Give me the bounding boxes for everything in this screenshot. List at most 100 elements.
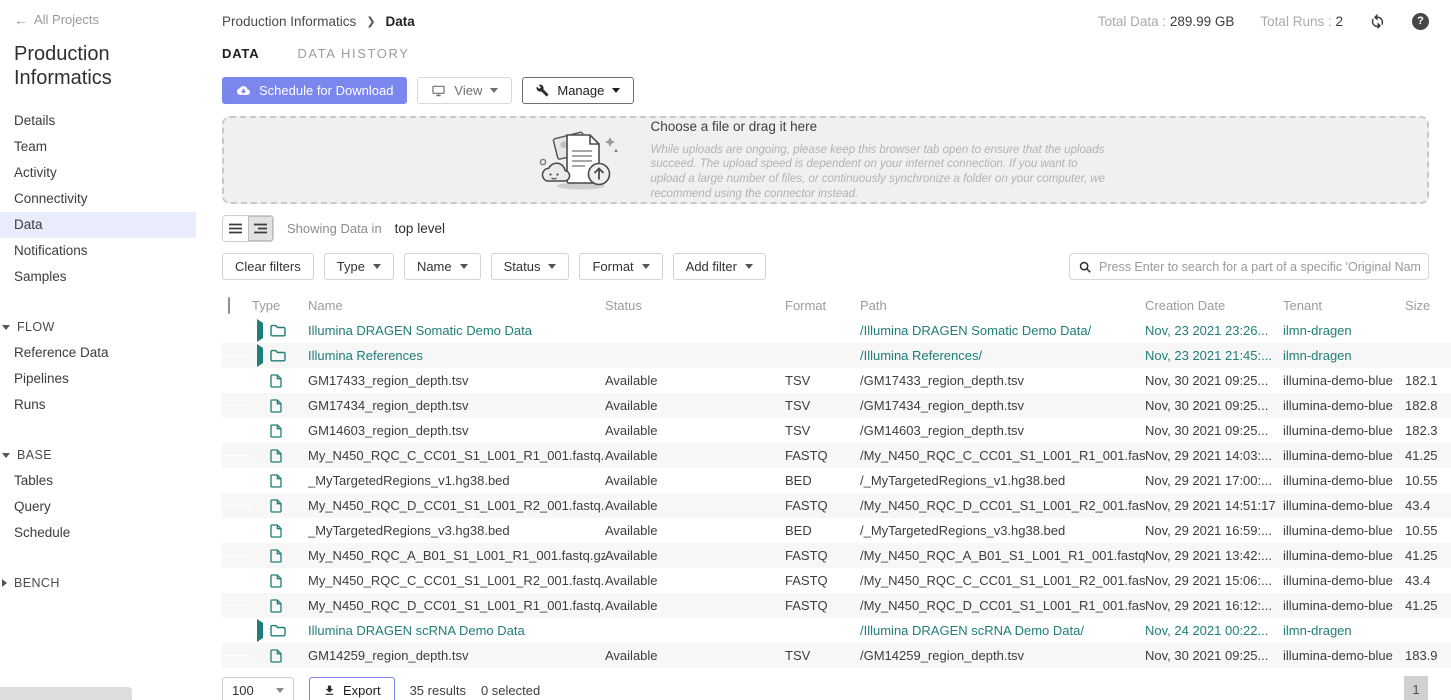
sidebar-item-tables[interactable]: Tables	[0, 468, 196, 494]
item-name[interactable]: My_N450_RQC_D_CC01_S1_L001_R1_001.fastq.…	[308, 598, 605, 613]
table-row[interactable]: GM17433_region_depth.tsvAvailableTSV/GM1…	[222, 368, 1451, 393]
row-select-cell[interactable]	[222, 655, 250, 656]
clear-filters-button[interactable]: Clear filters	[222, 253, 314, 280]
sidebar-item-reference-data[interactable]: Reference Data	[0, 340, 196, 366]
row-select-cell[interactable]	[222, 480, 250, 481]
select-all-checkbox[interactable]	[228, 297, 230, 314]
row-select-cell[interactable]	[222, 455, 250, 456]
table-row[interactable]: GM14259_region_depth.tsvAvailableTSV/GM1…	[222, 643, 1451, 668]
sidebar-item-query[interactable]: Query	[0, 494, 196, 520]
table-row[interactable]: My_N450_RQC_A_B01_S1_L001_R1_001.fastq.g…	[222, 543, 1451, 568]
sidebar-item-runs[interactable]: Runs	[0, 392, 196, 418]
sidebar-item-activity[interactable]: Activity	[0, 160, 196, 186]
item-tenant: illumina-demo-blue	[1283, 398, 1405, 413]
total-runs-value: 2	[1335, 14, 1343, 29]
filter-dropdowns: Type Name Status Format	[324, 253, 663, 280]
sidebar-item-details[interactable]: Details	[0, 108, 196, 134]
row-select-cell[interactable]	[222, 430, 250, 431]
refresh-icon[interactable]	[1369, 13, 1386, 30]
item-name[interactable]: Illumina References	[308, 348, 605, 363]
table-row[interactable]: Illumina References/Illumina References/…	[222, 343, 1451, 368]
file-dropzone[interactable]: Choose a file or drag it here While uplo…	[222, 116, 1429, 204]
row-select-cell[interactable]	[222, 555, 250, 556]
page-size-select[interactable]: 100	[222, 677, 294, 700]
table-row[interactable]: GM17434_region_depth.tsvAvailableTSV/GM1…	[222, 393, 1451, 418]
sidebar-item-schedule[interactable]: Schedule	[0, 520, 196, 546]
table-body: Illumina DRAGEN Somatic Demo Data/Illumi…	[222, 318, 1451, 668]
item-format: BED	[785, 473, 860, 488]
sidebar-nav: DetailsTeamActivityConnectivityDataNotif…	[14, 108, 196, 596]
row-select-cell[interactable]	[222, 580, 250, 581]
item-name[interactable]: Illumina DRAGEN scRNA Demo Data	[308, 623, 605, 638]
row-select-cell[interactable]	[222, 530, 250, 531]
item-name[interactable]: GM17434_region_depth.tsv	[308, 398, 605, 413]
add-filter-button[interactable]: Add filter	[673, 253, 766, 280]
flat-list-icon[interactable]	[223, 216, 248, 241]
sidebar-item-pipelines[interactable]: Pipelines	[0, 366, 196, 392]
tab-data-history[interactable]: DATA HISTORY	[297, 46, 409, 65]
help-icon[interactable]: ?	[1412, 13, 1429, 30]
item-name[interactable]: Illumina DRAGEN Somatic Demo Data	[308, 323, 605, 338]
export-button[interactable]: Export	[309, 677, 395, 700]
item-name[interactable]: _MyTargetedRegions_v3.hg38.bed	[308, 523, 605, 538]
table-row[interactable]: My_N450_RQC_D_CC01_S1_L001_R2_001.fastq.…	[222, 493, 1451, 518]
file-icon	[270, 524, 308, 538]
item-status: Available	[605, 548, 785, 563]
breadcrumb-data: Data	[386, 14, 415, 29]
sidebar-item-notifications[interactable]: Notifications	[0, 238, 196, 264]
expand-caret-icon[interactable]	[257, 319, 263, 342]
filter-dropdown-format[interactable]: Format	[579, 253, 662, 280]
top-stats: Total Data : 289.99 GB Total Runs : 2 ?	[1098, 13, 1429, 30]
table-row[interactable]: Illumina DRAGEN Somatic Demo Data/Illumi…	[222, 318, 1451, 343]
current-folder-label: top level	[395, 221, 445, 236]
filter-dropdown-name[interactable]: Name	[404, 253, 481, 280]
row-select-cell[interactable]	[222, 505, 250, 506]
results-count: 35 results	[410, 683, 466, 698]
expand-caret-icon[interactable]	[257, 344, 263, 367]
row-select-cell[interactable]	[222, 380, 250, 381]
table-row[interactable]: My_N450_RQC_D_CC01_S1_L001_R1_001.fastq.…	[222, 593, 1451, 618]
sidebar-item-samples[interactable]: Samples	[0, 264, 196, 290]
search-input[interactable]	[1099, 260, 1420, 274]
table-row[interactable]: _MyTargetedRegions_v1.hg38.bedAvailableB…	[222, 468, 1451, 493]
item-name[interactable]: GM17433_region_depth.tsv	[308, 373, 605, 388]
filter-dropdown-status[interactable]: Status	[491, 253, 570, 280]
row-select-cell[interactable]	[222, 355, 250, 356]
table-row[interactable]: My_N450_RQC_C_CC01_S1_L001_R2_001.fastq.…	[222, 568, 1451, 593]
item-size: 41.25	[1405, 548, 1451, 563]
item-name[interactable]: My_N450_RQC_C_CC01_S1_L001_R2_001.fastq.…	[308, 573, 605, 588]
page-number-button[interactable]: 1	[1404, 676, 1428, 700]
sidebar-section-header-flow[interactable]: FLOW	[0, 314, 196, 340]
schedule-for-download-button[interactable]: Schedule for Download	[222, 77, 407, 104]
item-name[interactable]: My_N450_RQC_D_CC01_S1_L001_R2_001.fastq.…	[308, 498, 605, 513]
item-format: TSV	[785, 648, 860, 663]
sidebar-item-team[interactable]: Team	[0, 134, 196, 160]
item-name[interactable]: _MyTargetedRegions_v1.hg38.bed	[308, 473, 605, 488]
table-row[interactable]: Illumina DRAGEN scRNA Demo Data/Illumina…	[222, 618, 1451, 643]
tab-data[interactable]: DATA	[222, 46, 259, 65]
breadcrumb-project[interactable]: Production Informatics	[222, 14, 356, 29]
tree-list-icon[interactable]	[248, 216, 273, 241]
sidebar-section-header-bench[interactable]: BENCH	[0, 570, 196, 596]
item-name[interactable]: My_N450_RQC_A_B01_S1_L001_R1_001.fastq.g…	[308, 548, 605, 563]
chevron-down-icon	[745, 264, 753, 269]
table-row[interactable]: My_N450_RQC_C_CC01_S1_L001_R1_001.fastq.…	[222, 443, 1451, 468]
row-select-cell[interactable]	[222, 630, 250, 631]
row-select-cell[interactable]	[222, 405, 250, 406]
back-all-projects-link[interactable]: ← All Projects	[14, 12, 196, 27]
view-button[interactable]: View	[417, 77, 512, 104]
item-name[interactable]: GM14259_region_depth.tsv	[308, 648, 605, 663]
sidebar-section-header-base[interactable]: BASE	[0, 442, 196, 468]
sidebar-item-data[interactable]: Data	[0, 212, 196, 238]
item-name[interactable]: My_N450_RQC_C_CC01_S1_L001_R1_001.fastq.…	[308, 448, 605, 463]
item-name[interactable]: GM14603_region_depth.tsv	[308, 423, 605, 438]
row-select-cell[interactable]	[222, 605, 250, 606]
row-select-cell[interactable]	[222, 330, 250, 331]
filter-dropdown-type[interactable]: Type	[324, 253, 394, 280]
expand-caret-icon[interactable]	[257, 619, 263, 642]
table-row[interactable]: _MyTargetedRegions_v3.hg38.bedAvailableB…	[222, 518, 1451, 543]
manage-button[interactable]: Manage	[522, 77, 634, 104]
table-row[interactable]: GM14603_region_depth.tsvAvailableTSV/GM1…	[222, 418, 1451, 443]
sidebar-item-connectivity[interactable]: Connectivity	[0, 186, 196, 212]
item-path: /Illumina References/	[860, 348, 1145, 363]
